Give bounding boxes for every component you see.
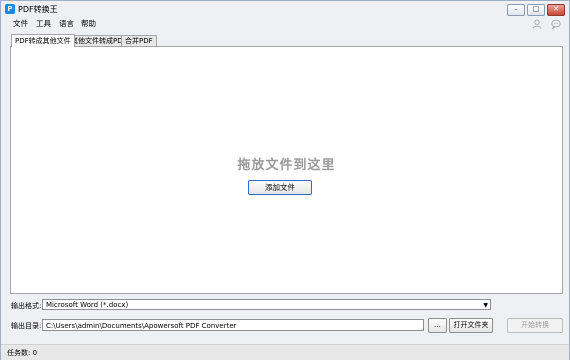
title-bar: P PDF转换王 – □ ✕	[1, 1, 569, 17]
browse-button[interactable]: ...	[428, 318, 447, 333]
output-format-select[interactable]: Microsoft Word (*.docx) ▼	[42, 299, 491, 310]
status-bar: 任务数: 0	[1, 344, 569, 360]
user-icon[interactable]	[532, 19, 542, 29]
window-title: PDF转换王	[18, 5, 58, 14]
task-count: 任务数: 0	[7, 349, 38, 357]
maximize-button[interactable]: □	[527, 4, 545, 16]
output-dir-field[interactable]: C:\Users\admin\Documents\Apowersoft PDF …	[42, 319, 424, 331]
chevron-down-icon: ▼	[483, 302, 488, 309]
menu-language[interactable]: 语言	[59, 18, 74, 29]
close-button[interactable]: ✕	[547, 4, 565, 16]
app-window: P PDF转换王 – □ ✕ 文件 工具 语言 帮助 PDF转成其他文件 其他文…	[0, 0, 570, 360]
output-format-label: 输出格式:	[11, 302, 42, 310]
window-controls: – □ ✕	[507, 4, 565, 16]
drop-area[interactable]: 拖放文件到这里 添加文件	[10, 46, 563, 294]
minimize-button[interactable]: –	[507, 4, 525, 16]
menu-tools[interactable]: 工具	[36, 18, 51, 29]
output-format-value: Microsoft Word (*.docx)	[46, 301, 129, 309]
output-dir-label: 输出目录:	[11, 322, 42, 330]
menu-file[interactable]: 文件	[13, 18, 28, 29]
app-logo-icon: P	[5, 4, 15, 14]
add-file-button[interactable]: 添加文件	[248, 180, 312, 195]
menu-bar: 文件 工具 语言 帮助	[1, 17, 569, 29]
tab-pdf-to-other[interactable]: PDF转成其他文件	[11, 34, 75, 47]
drop-hint: 拖放文件到这里	[237, 158, 336, 173]
chat-icon[interactable]	[551, 19, 561, 30]
start-convert-button[interactable]: 开始转换	[507, 318, 563, 333]
open-folder-button[interactable]: 打开文件夹	[449, 318, 493, 333]
menu-help[interactable]: 帮助	[81, 18, 96, 29]
